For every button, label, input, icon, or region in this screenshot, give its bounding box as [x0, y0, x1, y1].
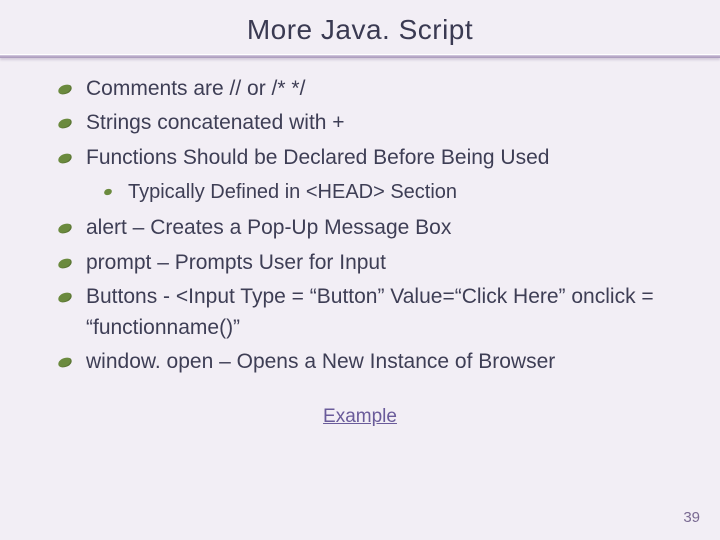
- slide: More Java. Script Comments are // or /* …: [0, 0, 720, 540]
- list-item: Strings concatenated with +: [86, 108, 680, 138]
- list-item: window. open – Opens a New Instance of B…: [86, 347, 680, 377]
- list-item: alert – Creates a Pop-Up Message Box: [86, 213, 680, 243]
- example-link[interactable]: Example: [0, 406, 720, 428]
- page-number: 39: [683, 509, 700, 526]
- list-item: prompt – Prompts User for Input: [86, 248, 680, 278]
- slide-title: More Java. Script: [0, 0, 720, 54]
- list-item: Comments are // or /* */: [86, 74, 680, 104]
- list-item-text: Functions Should be Declared Before Bein…: [86, 146, 549, 169]
- sub-list-item: Typically Defined in <HEAD> Section: [128, 177, 680, 207]
- title-underline: [0, 54, 720, 58]
- sub-bullet-list: Typically Defined in <HEAD> Section: [86, 177, 680, 207]
- list-item: Buttons - <Input Type = “Button” Value=“…: [86, 282, 680, 343]
- bullet-list: Comments are // or /* */ Strings concate…: [0, 74, 720, 378]
- list-item: Functions Should be Declared Before Bein…: [86, 143, 680, 207]
